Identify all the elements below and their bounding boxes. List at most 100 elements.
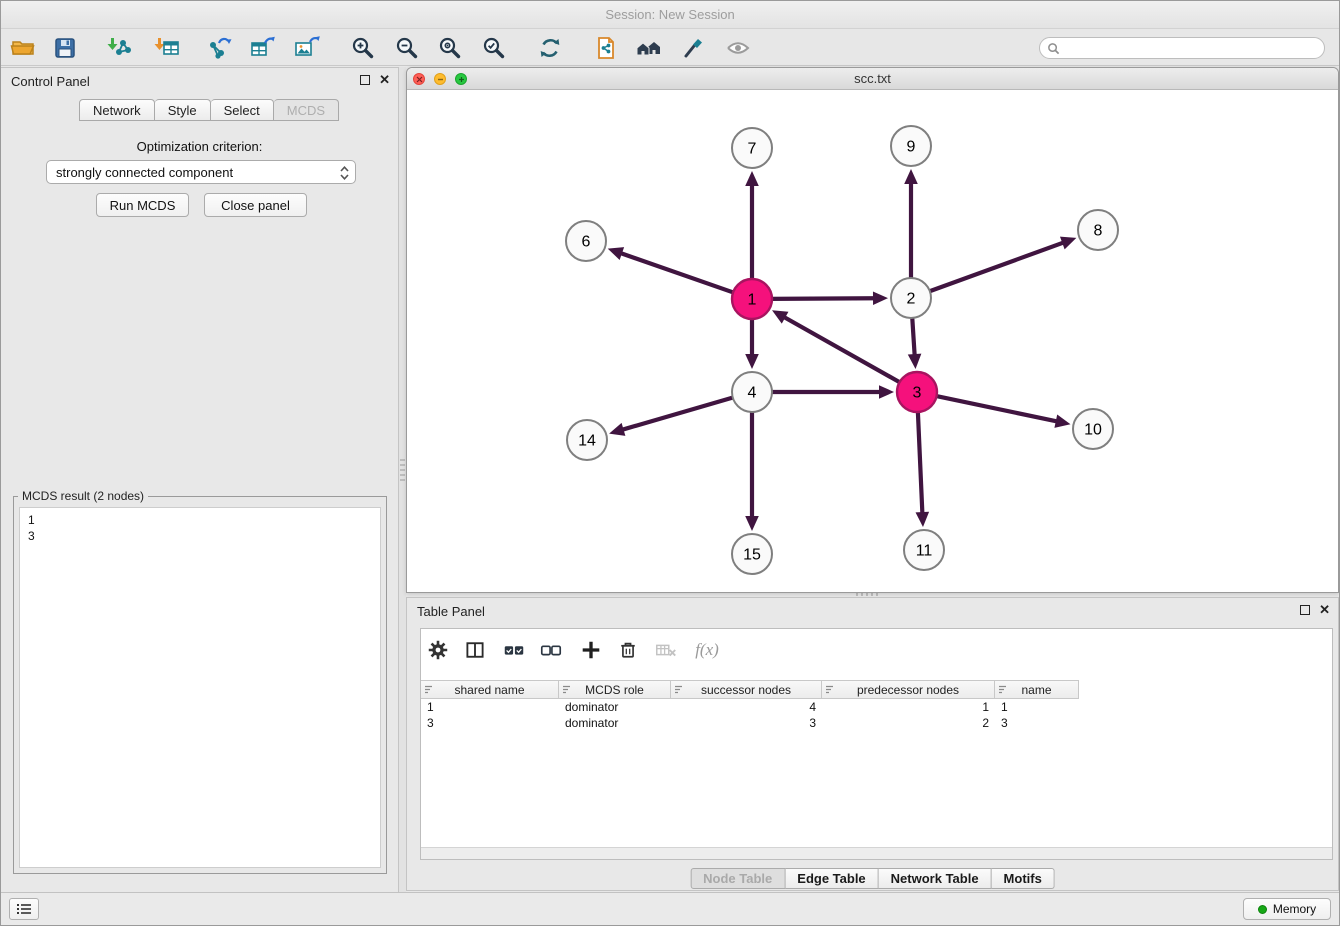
graph-node-1[interactable]: 1 <box>732 279 772 319</box>
control-panel: Control Panel ✕ NetworkStyleSelectMCDS O… <box>1 67 399 893</box>
graph-edge-4-14[interactable] <box>622 397 735 430</box>
new-network-button[interactable] <box>204 33 234 63</box>
graphics-details-button[interactable] <box>678 33 708 63</box>
search-field[interactable] <box>1039 37 1325 59</box>
clone-network-button[interactable] <box>591 33 621 63</box>
memory-button[interactable]: Memory <box>1243 898 1331 920</box>
table-cell[interactable]: 1 <box>822 699 995 715</box>
graph-edge-2-3[interactable] <box>912 316 915 356</box>
add-row-button[interactable] <box>578 637 604 663</box>
delete-table-icon <box>654 638 678 662</box>
graph-edge-1-6[interactable] <box>620 253 735 293</box>
run-mcds-button[interactable]: Run MCDS <box>96 193 189 217</box>
network-graph[interactable]: 7 9 6 8 1 2 4 3 14 10 15 11 <box>407 90 1338 592</box>
export-table-button[interactable] <box>247 33 277 63</box>
control-tab-select[interactable]: Select <box>211 99 274 121</box>
import-network-button[interactable] <box>104 33 134 63</box>
export-image-button[interactable] <box>291 33 321 63</box>
column-header-predecessor-nodes[interactable]: predecessor nodes <box>822 681 995 698</box>
save-session-button[interactable] <box>50 33 80 63</box>
table-cell[interactable]: dominator <box>559 699 671 715</box>
table-cell[interactable]: 3 <box>995 715 1079 731</box>
zoom-in-button[interactable] <box>348 33 378 63</box>
optimization-criterion-select[interactable]: strongly connected component <box>46 160 356 184</box>
vertical-splitter[interactable] <box>399 67 406 893</box>
table-cell[interactable]: 2 <box>822 715 995 731</box>
delete-column-button[interactable] <box>615 637 641 663</box>
network-canvas[interactable]: 7 9 6 8 1 2 4 3 14 10 15 11 <box>407 90 1338 592</box>
table-cell[interactable]: dominator <box>559 715 671 731</box>
memory-button-label: Memory <box>1273 902 1316 916</box>
table-row[interactable]: 1dominator411 <box>421 699 1332 715</box>
control-tab-style[interactable]: Style <box>155 99 211 121</box>
control-tab-network[interactable]: Network <box>79 99 155 121</box>
table-settings-button[interactable] <box>425 637 451 663</box>
table-tab-node-table[interactable]: Node Table <box>690 868 785 889</box>
list-icon <box>16 902 32 916</box>
table-tab-edge-table[interactable]: Edge Table <box>785 868 878 889</box>
zoom-fit-button[interactable] <box>435 33 465 63</box>
graph-edge-2-8[interactable] <box>928 242 1064 292</box>
window-close-button[interactable] <box>413 73 425 85</box>
table-panel-close-button[interactable]: ✕ <box>1319 605 1330 615</box>
control-panel-float-button[interactable] <box>360 75 370 85</box>
column-header-shared-name[interactable]: shared name <box>421 681 559 698</box>
graph-node-9[interactable]: 9 <box>891 126 931 166</box>
graph-node-8[interactable]: 8 <box>1078 210 1118 250</box>
graph-node-4[interactable]: 4 <box>732 372 772 412</box>
table-cell[interactable]: 1 <box>995 699 1079 715</box>
fx-icon: f(x) <box>695 640 719 660</box>
graph-node-6[interactable]: 6 <box>566 221 606 261</box>
edge-arrowhead <box>879 385 894 399</box>
table-cell[interactable]: 1 <box>421 699 559 715</box>
zoom-out-button[interactable] <box>392 33 422 63</box>
open-folder-icon <box>9 34 37 62</box>
graph-edge-3-11[interactable] <box>918 410 923 514</box>
svg-text:15: 15 <box>743 547 761 564</box>
table-row[interactable]: 3dominator323 <box>421 715 1332 731</box>
svg-text:9: 9 <box>907 139 916 156</box>
column-header-name[interactable]: name <box>995 681 1079 698</box>
column-header-MCDS-role[interactable]: MCDS role <box>559 681 671 698</box>
table-tab-motifs[interactable]: Motifs <box>992 868 1055 889</box>
svg-text:7: 7 <box>748 141 757 158</box>
graph-edge-3-1[interactable] <box>783 317 901 383</box>
graph-node-14[interactable]: 14 <box>567 420 607 460</box>
window-zoom-button[interactable] <box>455 73 467 85</box>
table-cell[interactable]: 4 <box>671 699 822 715</box>
first-neighbors-button[interactable] <box>634 33 664 63</box>
unselect-all-button[interactable] <box>538 637 564 663</box>
graph-node-2[interactable]: 2 <box>891 278 931 318</box>
show-column-button[interactable] <box>462 637 488 663</box>
bird-view-button[interactable] <box>723 33 753 63</box>
table-tab-network-table[interactable]: Network Table <box>879 868 992 889</box>
refresh-layout-button[interactable] <box>535 33 565 63</box>
window-minimize-button[interactable] <box>434 73 446 85</box>
graph-node-11[interactable]: 11 <box>904 530 944 570</box>
table-horizontal-scrollbar[interactable] <box>421 847 1332 859</box>
graph-node-10[interactable]: 10 <box>1073 409 1113 449</box>
columns-icon <box>464 639 486 661</box>
edge-arrowhead <box>608 247 624 260</box>
table-panel-float-button[interactable] <box>1300 605 1310 615</box>
task-history-button[interactable] <box>9 898 39 920</box>
edge-arrowhead <box>908 354 922 369</box>
graph-edge-1-2[interactable] <box>770 298 875 299</box>
sort-icon <box>998 685 1007 694</box>
table-cell[interactable]: 3 <box>671 715 822 731</box>
table-cell[interactable]: 3 <box>421 715 559 731</box>
graph-node-3[interactable]: 3 <box>897 372 937 412</box>
close-panel-button[interactable]: Close panel <box>204 193 307 217</box>
splitter-grip[interactable] <box>400 459 405 481</box>
column-header-successor-nodes[interactable]: successor nodes <box>671 681 822 698</box>
select-all-button[interactable] <box>501 637 527 663</box>
control-panel-close-button[interactable]: ✕ <box>379 75 390 85</box>
open-session-button[interactable] <box>8 33 38 63</box>
control-tab-mcds[interactable]: MCDS <box>274 99 339 121</box>
graph-edge-3-10[interactable] <box>935 396 1058 422</box>
search-input[interactable] <box>1064 41 1317 55</box>
graph-node-15[interactable]: 15 <box>732 534 772 574</box>
zoom-selected-button[interactable] <box>479 33 509 63</box>
import-table-button[interactable] <box>152 33 182 63</box>
graph-node-7[interactable]: 7 <box>732 128 772 168</box>
